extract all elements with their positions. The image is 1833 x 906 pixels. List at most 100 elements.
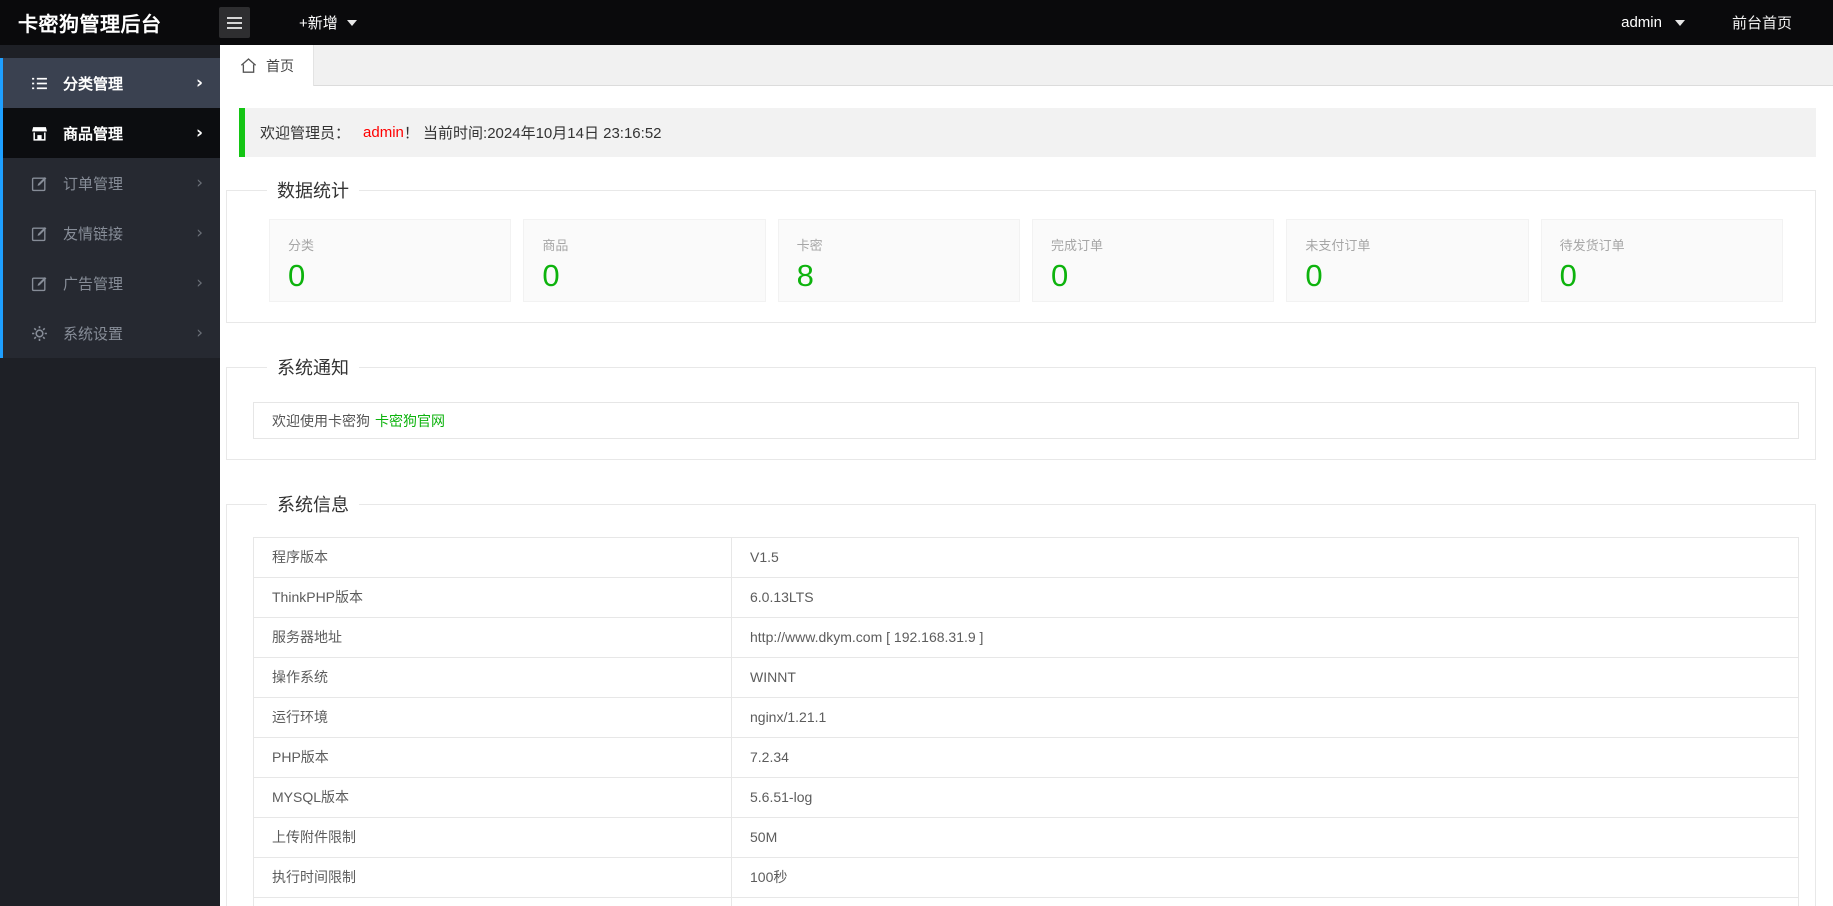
table-row: 上传附件限制 50M <box>253 817 1799 858</box>
stat-label: 待发货订单 <box>1559 238 1625 253</box>
notice-section: 系统通知 欢迎使用卡密狗 卡密狗官网 <box>226 354 1816 460</box>
table-row: 服务器地址 http://www.dkym.com [ 192.168.31.9… <box>253 617 1799 658</box>
menu-toggle-button[interactable] <box>219 7 250 38</box>
stat-card-category: 分类 0 <box>269 219 512 302</box>
edit-icon <box>31 275 48 292</box>
stat-label: 未支付订单 <box>1305 238 1371 253</box>
row-value: 2024年10月14日 23:16:52 <box>731 897 1799 906</box>
row-label: 程序版本 <box>253 537 732 578</box>
stat-value: 0 <box>1305 258 1323 293</box>
row-value: nginx/1.21.1 <box>731 697 1799 738</box>
row-value: 50M <box>731 817 1799 858</box>
table-row: MYSQL版本 5.6.51-log <box>253 777 1799 818</box>
tab-home[interactable]: 首页 <box>220 45 314 86</box>
stats-row: 分类 0 商品 0 卡密 8 完成订单 0 未支付订单 0 待发货订单 0 <box>269 219 1783 302</box>
row-value: 5.6.51-log <box>731 777 1799 818</box>
row-value: 6.0.13LTS <box>731 577 1799 618</box>
table-row: 操作系统 WINNT <box>253 657 1799 698</box>
welcome-admin-name: admin <box>363 124 404 141</box>
sidebar-item-label: 广告管理 <box>63 275 124 293</box>
table-row: 运行环境 nginx/1.21.1 <box>253 697 1799 738</box>
sysinfo-table: 程序版本 V1.5 ThinkPHP版本 6.0.13LTS 服务器地址 htt… <box>253 537 1799 906</box>
welcome-banner: 欢迎管理员： admin ！ 当前时间:2024年10月14日 23:16:52 <box>239 108 1816 157</box>
sidebar-item-label: 系统设置 <box>63 325 124 343</box>
add-new-label: +新增 <box>299 15 338 32</box>
edit-icon <box>31 175 48 192</box>
stat-value: 0 <box>542 258 560 293</box>
sidebar: 分类管理 › 商品管理 › 订单管理 › 友情链接 › 广告管理 › 系统设置 … <box>0 45 220 906</box>
table-row: PHP版本 7.2.34 <box>253 737 1799 778</box>
stat-card-unpaid-orders: 未支付订单 0 <box>1286 219 1529 302</box>
stat-label: 商品 <box>542 238 569 253</box>
chevron-right-icon: › <box>196 272 203 293</box>
table-row: 执行时间限制 100秒 <box>253 857 1799 898</box>
welcome-time: ！ 当前时间:2024年10月14日 23:16:52 <box>403 125 662 142</box>
stat-card-completed-orders: 完成订单 0 <box>1031 219 1275 302</box>
main-content: 欢迎管理员： admin ！ 当前时间:2024年10月14日 23:16:52… <box>220 86 1833 906</box>
home-icon <box>239 56 258 75</box>
add-new-button[interactable]: +新增 <box>299 12 357 33</box>
tab-home-label: 首页 <box>266 57 294 74</box>
chevron-right-icon: › <box>195 122 203 143</box>
table-row: ThinkPHP版本 6.0.13LTS <box>253 577 1799 618</box>
shop-icon <box>31 125 48 142</box>
chevron-right-icon: › <box>196 322 203 343</box>
sidebar-accent-strip <box>0 58 3 358</box>
sidebar-item-label: 订单管理 <box>63 175 124 193</box>
topbar: 卡密狗管理后台 +新增 admin 前台首页 <box>0 0 1833 45</box>
row-value: 7.2.34 <box>731 737 1799 778</box>
row-value: WINNT <box>731 657 1799 698</box>
row-label: 服务器时间 <box>253 897 732 906</box>
stat-label: 完成订单 <box>1050 238 1103 253</box>
sidebar-nav: 分类管理 › 商品管理 › 订单管理 › 友情链接 › 广告管理 › 系统设置 … <box>0 45 220 358</box>
sidebar-item-links[interactable]: 友情链接 › <box>0 208 220 258</box>
stats-section-title: 数据统计 <box>277 181 349 201</box>
hamburger-icon <box>227 16 242 19</box>
stat-card-goods: 商品 0 <box>523 219 766 302</box>
row-value: http://www.dkym.com [ 192.168.31.9 ] <box>731 617 1799 658</box>
row-label: 执行时间限制 <box>253 857 732 898</box>
stat-value: 0 <box>288 258 306 293</box>
sidebar-item-ads[interactable]: 广告管理 › <box>0 258 220 308</box>
stat-label: 卡密 <box>796 238 823 253</box>
user-menu[interactable]: admin <box>1621 14 1685 31</box>
caret-down-icon <box>1674 19 1685 26</box>
caret-down-icon <box>346 19 357 26</box>
chevron-right-icon: › <box>196 222 203 243</box>
stat-value: 0 <box>1559 258 1577 293</box>
stats-section: 数据统计 分类 0 商品 0 卡密 8 完成订单 0 未支付订单 0 待发货订单… <box>226 177 1816 323</box>
official-site-link[interactable]: 卡密狗官网 <box>375 411 445 431</box>
stat-value: 0 <box>1050 258 1069 293</box>
row-label: PHP版本 <box>253 737 732 778</box>
edit-icon <box>31 225 48 242</box>
stat-label: 分类 <box>288 238 315 253</box>
notice-section-title: 系统通知 <box>277 358 349 378</box>
tabbar: 首页 <box>220 45 1833 86</box>
row-label: MYSQL版本 <box>253 777 732 818</box>
front-home-link[interactable]: 前台首页 <box>1732 12 1792 33</box>
table-row: 程序版本 V1.5 <box>253 537 1799 578</box>
sidebar-item-settings[interactable]: 系统设置 › <box>0 308 220 358</box>
notice-text: 欢迎使用卡密狗 <box>272 412 370 429</box>
sidebar-item-label: 分类管理 <box>63 75 124 93</box>
sidebar-item-goods[interactable]: 商品管理 › <box>0 108 220 158</box>
row-label: 服务器地址 <box>253 617 732 658</box>
list-icon <box>31 75 48 92</box>
row-label: 上传附件限制 <box>253 817 732 858</box>
sysinfo-section: 系统信息 程序版本 V1.5 ThinkPHP版本 6.0.13LTS 服务器地… <box>226 491 1816 906</box>
sidebar-item-category[interactable]: 分类管理 › <box>0 58 220 108</box>
user-name: admin <box>1621 14 1662 31</box>
sysinfo-section-title: 系统信息 <box>277 495 349 515</box>
chevron-right-icon: › <box>196 172 203 193</box>
chevron-right-icon: › <box>195 72 203 93</box>
notice-box: 欢迎使用卡密狗 卡密狗官网 <box>253 402 1799 439</box>
stat-card-pending-shipment: 待发货订单 0 <box>1540 219 1783 302</box>
sidebar-item-orders[interactable]: 订单管理 › <box>0 158 220 208</box>
row-label: 操作系统 <box>253 657 732 698</box>
table-row: 服务器时间 2024年10月14日 23:16:52 <box>253 897 1799 906</box>
row-label: 运行环境 <box>253 697 732 738</box>
stat-card-cardkeys: 卡密 8 <box>777 219 1020 302</box>
row-label: ThinkPHP版本 <box>253 577 732 618</box>
sidebar-item-label: 商品管理 <box>63 125 124 143</box>
gear-icon <box>31 325 48 342</box>
